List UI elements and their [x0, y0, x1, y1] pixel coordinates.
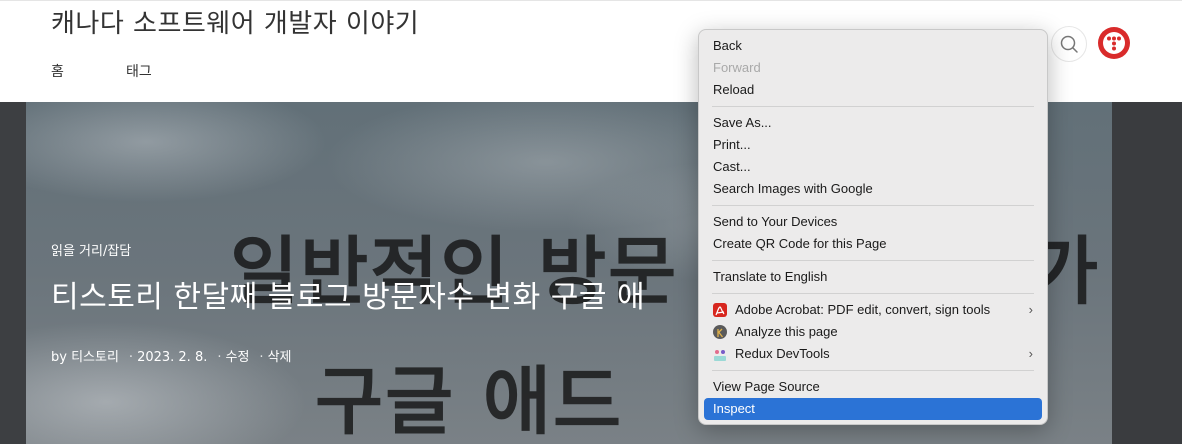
post-date: 2023. 2. 8.	[137, 350, 208, 365]
menu-separator	[712, 293, 1034, 294]
post-author: by 티스토리	[51, 350, 119, 365]
hero-panel-right	[1112, 102, 1182, 444]
menu-item-reload[interactable]: Reload	[704, 79, 1042, 101]
menu-separator	[712, 370, 1034, 371]
analyzer-k-icon	[713, 325, 727, 339]
menu-item-print[interactable]: Print...	[704, 134, 1042, 156]
meta-separator: ·	[128, 350, 134, 365]
menu-item-send-to-devices[interactable]: Send to Your Devices	[704, 211, 1042, 233]
menu-item-view-source[interactable]: View Page Source	[704, 376, 1042, 398]
menu-separator	[712, 106, 1034, 107]
menu-item-adobe-acrobat[interactable]: Adobe Acrobat: PDF edit, convert, sign t…	[704, 299, 1042, 321]
menu-item-save-as[interactable]: Save As...	[704, 112, 1042, 134]
menu-item-search-images[interactable]: Search Images with Google	[704, 178, 1042, 200]
menu-item-translate[interactable]: Translate to English	[704, 266, 1042, 288]
menu-separator	[712, 260, 1034, 261]
avatar[interactable]	[1097, 26, 1131, 60]
menu-item-create-qr[interactable]: Create QR Code for this Page	[704, 233, 1042, 255]
menu-item-label: Analyze this page	[735, 324, 838, 339]
meta-separator: ·	[259, 350, 264, 365]
menu-item-redux-devtools[interactable]: Redux DevTools ›	[704, 343, 1042, 365]
hero-image-text-line2: 구글 애드	[315, 359, 624, 444]
menu-item-cast[interactable]: Cast...	[704, 156, 1042, 178]
nav-item-home[interactable]: 홈	[51, 61, 64, 81]
menu-item-back[interactable]: Back	[704, 35, 1042, 57]
redux-devtools-icon	[713, 347, 727, 361]
menu-separator	[712, 205, 1034, 206]
menu-item-analyze-page[interactable]: Analyze this page	[704, 321, 1042, 343]
menu-item-forward[interactable]: Forward	[704, 57, 1042, 79]
meta-separator: ·	[217, 350, 222, 365]
edit-link[interactable]: 수정	[226, 350, 250, 365]
menu-item-label: Adobe Acrobat: PDF edit, convert, sign t…	[735, 302, 991, 317]
nav-item-tag[interactable]: 태그	[126, 61, 152, 81]
chevron-right-icon: ›	[1028, 346, 1033, 361]
chevron-right-icon: ›	[1028, 302, 1033, 317]
hero-panel-left	[0, 102, 26, 444]
search-button[interactable]	[1051, 26, 1087, 62]
menu-item-label: Redux DevTools	[735, 346, 830, 361]
delete-link[interactable]: 삭제	[268, 350, 292, 365]
post-title: 티스토리 한달째 블로그 방문자수 변화 구글 애	[51, 280, 646, 315]
tistory-logo-icon	[1098, 27, 1130, 59]
blog-title[interactable]: 캐나다 소프트웨어 개발자 이야기	[51, 3, 419, 40]
context-menu: Back Forward Reload Save As... Print... …	[698, 29, 1048, 425]
adobe-acrobat-icon	[713, 303, 727, 317]
search-icon	[1060, 35, 1078, 53]
post-category[interactable]: 읽을 거리/잡담	[51, 240, 131, 259]
post-meta: by 티스토리 · 2023. 2. 8. · 수정 · 삭제	[51, 346, 295, 365]
menu-item-inspect[interactable]: Inspect	[704, 398, 1042, 420]
